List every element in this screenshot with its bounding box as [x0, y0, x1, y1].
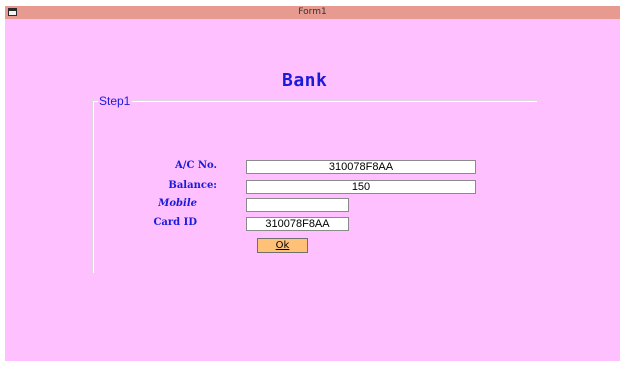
account-number-field[interactable]: [246, 160, 476, 174]
balance-field[interactable]: [246, 180, 476, 194]
card-id-field[interactable]: [246, 217, 349, 231]
page-title: Bank: [282, 70, 328, 91]
mobile-field[interactable]: [246, 198, 349, 212]
title-bar[interactable]: Form1: [5, 6, 620, 19]
balance-label: Balance:: [168, 180, 217, 191]
groupbox-label: Step1: [98, 94, 133, 108]
ok-button[interactable]: Ok: [257, 238, 308, 253]
account-number-label: A/C No.: [175, 160, 217, 171]
window-title: Form1: [298, 7, 327, 17]
card-id-label: Card ID: [153, 217, 197, 228]
mobile-label: Mobile: [158, 198, 197, 209]
